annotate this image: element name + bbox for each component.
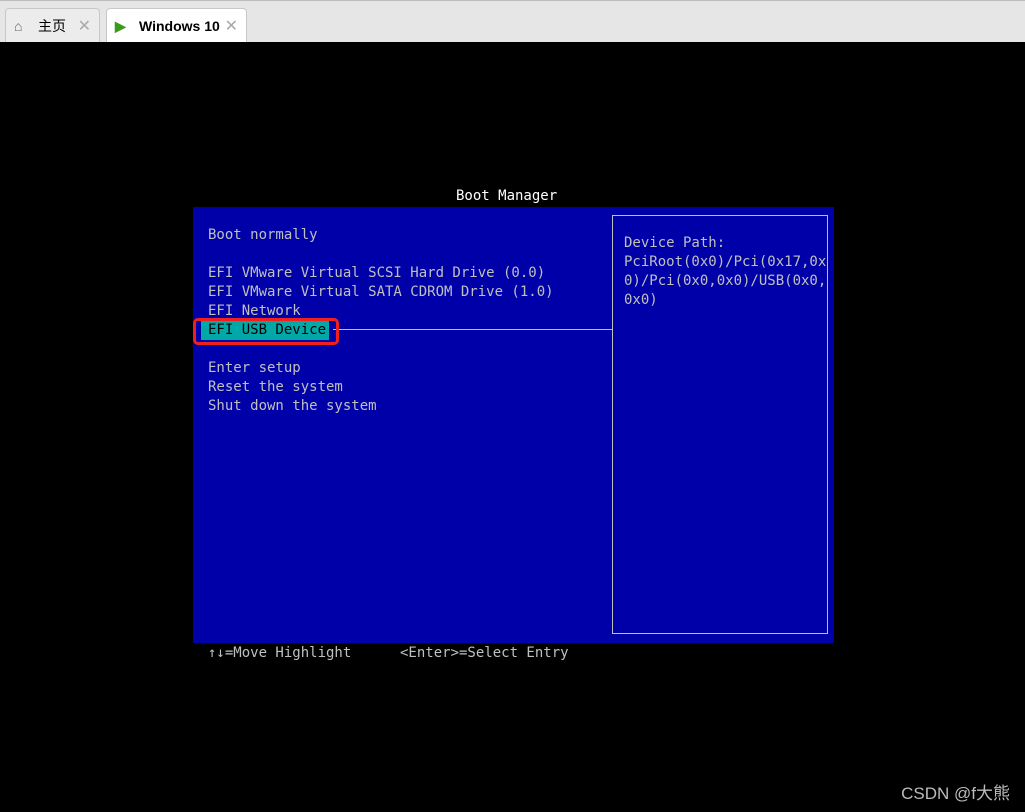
boot-item[interactable]: Shut down the system (208, 397, 377, 416)
tab-label: 主页 (38, 18, 66, 34)
boot-item[interactable]: EFI VMware Virtual SCSI Hard Drive (0.0) (208, 264, 545, 283)
tab-label: Windows 10 (139, 18, 220, 34)
boot-item[interactable]: Reset the system (208, 378, 343, 397)
device-path-panel: Device Path: PciRoot(0x0)/Pci(0x17,0x 0)… (612, 215, 828, 634)
tab-windows10[interactable]: ▶ Windows 10 ✕ (106, 8, 247, 43)
boot-item[interactable]: Boot normally (208, 226, 318, 245)
device-path-text: Device Path: PciRoot(0x0)/Pci(0x17,0x 0)… (624, 235, 827, 308)
tab-home[interactable]: ⌂ 主页 ✕ (5, 8, 100, 43)
close-icon[interactable]: ✕ (225, 16, 238, 36)
boot-item[interactable]: EFI VMware Virtual SATA CDROM Drive (1.0… (208, 283, 554, 302)
vm-icon: ▶ (115, 17, 126, 34)
close-icon[interactable]: ✕ (78, 16, 91, 36)
tab-bar: ⌂ 主页 ✕ ▶ Windows 10 ✕ (0, 0, 1025, 43)
help-move: ↑↓=Move Highlight (208, 645, 352, 661)
connector-line (333, 329, 612, 330)
watermark: CSDN @f大熊 (901, 784, 1010, 803)
highlight-annotation (193, 318, 339, 345)
boot-item[interactable]: Enter setup (208, 359, 301, 378)
boot-manager-title: Boot Manager (456, 188, 558, 204)
boot-panel: Boot normally EFI VMware Virtual SCSI Ha… (193, 207, 834, 643)
home-icon: ⌂ (14, 18, 23, 34)
help-select: <Enter>=Select Entry (400, 645, 569, 661)
